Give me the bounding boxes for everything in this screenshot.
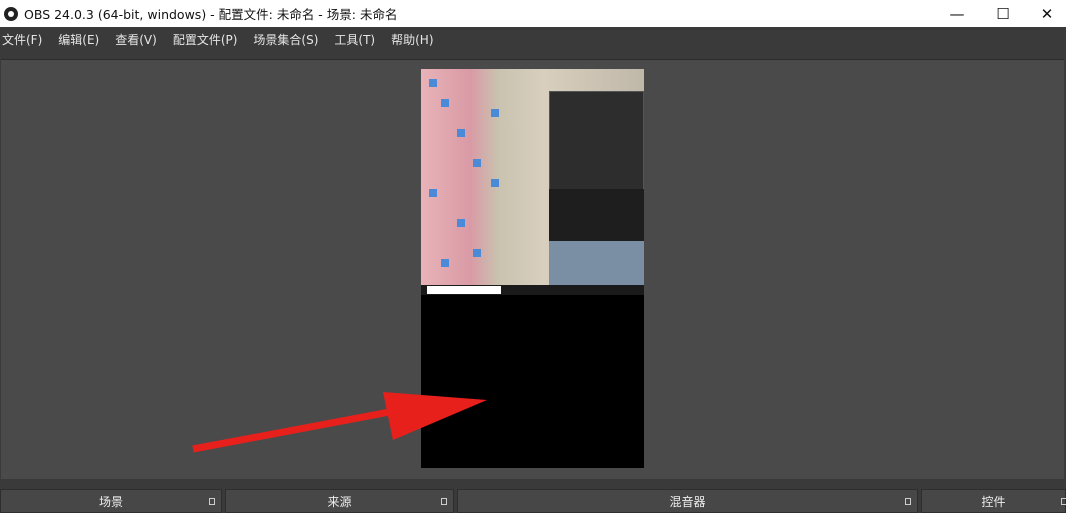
dock-mixer[interactable]: 混音器 (457, 489, 918, 513)
captured-desktop-image (421, 69, 644, 295)
title-bar: OBS 24.0.3 (64-bit, windows) - 配置文件: 未命名… (0, 0, 1066, 27)
background-scene (549, 241, 644, 285)
maximize-button[interactable]: ☐ (980, 0, 1026, 27)
dock-title: 控件 (981, 494, 1006, 509)
dock-scenes[interactable]: 场景 (0, 489, 222, 513)
menu-profile[interactable]: 配置文件(P) (173, 31, 238, 48)
float-icon[interactable] (1061, 498, 1066, 505)
menu-view[interactable]: 查看(V) (115, 31, 157, 48)
window-title: OBS 24.0.3 (64-bit, windows) - 配置文件: 未命名… (24, 7, 398, 22)
dock-title: 场景 (98, 494, 123, 509)
obs-docks-capture (549, 189, 644, 241)
dock-sources[interactable]: 来源 (225, 489, 454, 513)
menu-file[interactable]: 文件(F) (2, 31, 42, 48)
float-icon[interactable] (905, 498, 911, 505)
preview-canvas[interactable] (421, 69, 644, 468)
menu-help[interactable]: 帮助(H) (391, 31, 433, 48)
menu-edit[interactable]: 编辑(E) (58, 31, 99, 48)
dock-title: 来源 (327, 494, 352, 509)
float-icon[interactable] (209, 498, 215, 505)
taskbar-search (427, 286, 501, 294)
menu-tools[interactable]: 工具(T) (334, 31, 375, 48)
menu-scene-collection[interactable]: 场景集合(S) (253, 31, 318, 48)
obs-logo-icon (4, 6, 18, 21)
close-button[interactable]: ✕ (1024, 0, 1066, 27)
dock-controls[interactable]: 控件 (921, 489, 1066, 513)
menu-bar: 文件(F) 编辑(E) 查看(V) 配置文件(P) 场景集合(S) 工具(T) … (0, 27, 1066, 52)
minimize-button[interactable]: — (934, 0, 980, 27)
dock-title: 混音器 (669, 494, 706, 509)
float-icon[interactable] (441, 498, 447, 505)
dock-bar: 场景 来源 混音器 控件 (0, 489, 1066, 513)
